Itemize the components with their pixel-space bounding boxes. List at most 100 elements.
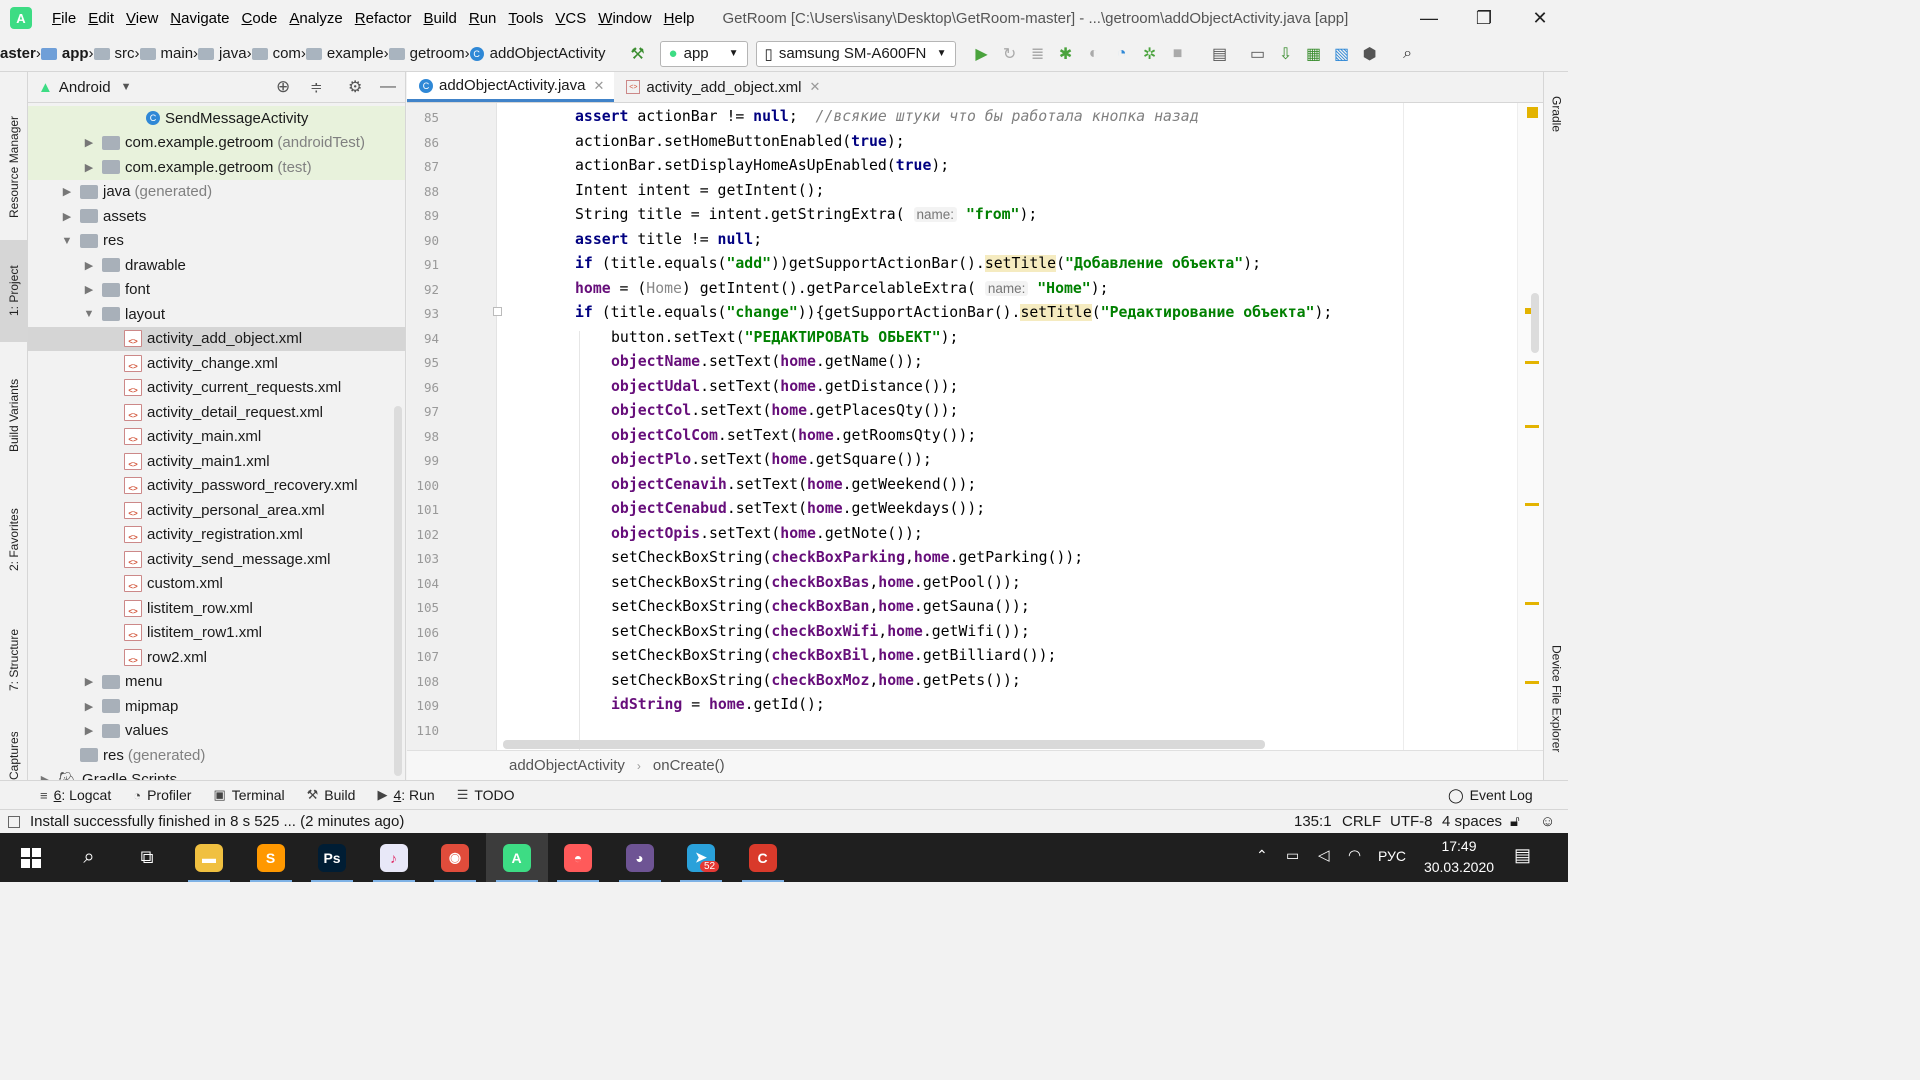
breadcrumb-class[interactable]: addObjectActivity — [509, 757, 625, 774]
tree-item[interactable]: <> activity_password_recovery.xml — [28, 474, 405, 499]
tree-item[interactable]: <> activity_detail_request.xml — [28, 400, 405, 425]
code-editor[interactable]: 85 86 87 88 89 90 91 92 93 94 95 96 97 98 99 100 101 102 1… — [407, 103, 1543, 750]
tool-window-button[interactable]: ☰ TODO — [457, 787, 515, 803]
minimize-button[interactable]: — — [1401, 0, 1457, 36]
coverage-icon[interactable]: ◐ — [1080, 40, 1108, 68]
tab-project[interactable]: 1: Project — [0, 240, 28, 342]
code-line[interactable]: objectUdal.setText(home.getDistance()); — [611, 378, 958, 395]
start-button[interactable] — [0, 833, 62, 882]
status-message[interactable]: Install successfully finished in 8 s 525… — [30, 813, 404, 830]
tree-item[interactable]: ▼ layout — [28, 302, 405, 327]
fold-marker-icon[interactable] — [493, 307, 502, 316]
code-line[interactable]: objectPlo.setText(home.getSquare()); — [611, 451, 932, 468]
code-line[interactable]: assert title != null; — [575, 231, 762, 248]
taskbar-ccleaner[interactable]: C — [732, 833, 794, 882]
tree-scrollbar[interactable] — [394, 406, 402, 776]
sdk-icon[interactable]: ⬢ — [1356, 40, 1384, 68]
tree-item[interactable]: ▶ values — [28, 719, 405, 744]
volume-icon[interactable]: ◁ — [1318, 846, 1330, 864]
tree-item[interactable]: C SendMessageActivity — [28, 106, 405, 131]
tree-item[interactable]: <> activity_main.xml — [28, 425, 405, 450]
tree-item[interactable]: <> activity_current_requests.xml — [28, 376, 405, 401]
close-tab-icon[interactable]: ✕ — [809, 79, 820, 95]
apply-code-changes-icon[interactable]: ≣ — [1024, 40, 1052, 68]
inspection-status-icon[interactable] — [1527, 107, 1538, 118]
code-line[interactable]: objectOpis.setText(home.getNote()); — [611, 525, 923, 542]
code-line[interactable]: String title = intent.getStringExtra( na… — [575, 206, 1037, 223]
taskbar-file-explorer[interactable]: ▬ — [178, 833, 240, 882]
restore-button[interactable]: ❐ — [1456, 0, 1512, 36]
menu-edit[interactable]: Edit — [82, 10, 120, 27]
code-line[interactable]: setCheckBoxString(checkBoxBas,home.getPo… — [611, 574, 1021, 591]
sync-gradle-icon[interactable]: ▤ — [1206, 40, 1234, 68]
tab-resource-manager[interactable]: Resource Manager — [0, 92, 28, 242]
collapsed-arrow-icon[interactable]: ▶ — [82, 259, 96, 272]
project-structure-icon[interactable]: ▧ — [1328, 40, 1356, 68]
code-line[interactable]: objectCol.setText(home.getPlacesQty()); — [611, 402, 958, 419]
taskbar-android-studio[interactable]: A — [485, 833, 548, 882]
code-line[interactable]: button.setText("РЕДАКТИРОВАТЬ ОБЬЕКТ"); — [611, 329, 958, 346]
tree-item[interactable]: <> activity_add_object.xml — [28, 326, 405, 351]
crumb-com[interactable]: com — [251, 45, 301, 62]
menu-file[interactable]: File — [46, 10, 82, 27]
code-line[interactable]: objectName.setText(home.getName()); — [611, 353, 923, 370]
code-line[interactable]: idString = home.getId(); — [611, 696, 825, 713]
menu-view[interactable]: View — [120, 10, 164, 27]
hammer-icon[interactable]: ⚒ — [624, 40, 652, 68]
lock-icon[interactable]: 🔓︎ — [1510, 813, 1520, 830]
code-line[interactable]: setCheckBoxString(checkBoxMoz,home.getPe… — [611, 672, 1021, 689]
collapsed-arrow-icon[interactable]: ▶ — [82, 724, 96, 737]
apply-changes-icon[interactable]: ↻ — [996, 40, 1024, 68]
notifications-icon[interactable]: ▤ — [1514, 845, 1531, 866]
collapsed-arrow-icon[interactable]: ▶ — [38, 773, 52, 780]
collapsed-arrow-icon[interactable]: ▶ — [82, 161, 96, 174]
warning-mark[interactable] — [1525, 425, 1539, 428]
tab-addobjectactivity-java[interactable]: C addObjectActivity.java ✕ — [407, 72, 615, 102]
crumb-main[interactable]: main — [139, 45, 193, 62]
collapsed-arrow-icon[interactable]: ▶ — [60, 210, 74, 223]
taskbar-chrome[interactable]: ◉ — [424, 833, 486, 882]
warning-mark[interactable] — [1525, 503, 1539, 506]
tree-item[interactable]: ▶ mipmap — [28, 694, 405, 719]
code-line[interactable]: if (title.equals("change")){getSupportAc… — [575, 304, 1332, 321]
run-config-select[interactable]: ● app ▼ — [659, 40, 748, 67]
sdk-manager-icon[interactable]: ⇩ — [1272, 40, 1300, 68]
tab-gradle[interactable]: Gradle — [1544, 84, 1569, 144]
tab-favorites[interactable]: 2: Favorites — [0, 490, 28, 590]
device-select[interactable]: ▯ samsung SM-A600FN ▼ — [755, 40, 956, 67]
menu-analyze[interactable]: Analyze — [283, 10, 348, 27]
tab-captures[interactable]: Captures — [0, 732, 28, 780]
tree-item[interactable]: <> listitem_row1.xml — [28, 621, 405, 646]
layout-inspector-icon[interactable]: ▦ — [1300, 40, 1328, 68]
clock-date[interactable]: 30.03.2020 — [1418, 859, 1500, 875]
menu-vcs[interactable]: VCS — [549, 10, 592, 27]
stop-icon[interactable]: ■ — [1164, 40, 1192, 68]
taskbar-github[interactable]: ◕ — [609, 833, 671, 882]
crumb-aster[interactable]: aster — [0, 45, 36, 62]
close-tab-icon[interactable]: ✕ — [593, 78, 604, 94]
taskbar-lgbt-app[interactable]: ◓ — [547, 833, 609, 882]
tree-item[interactable]: <> listitem_row.xml — [28, 596, 405, 621]
tab-structure[interactable]: 7: Structure — [0, 610, 28, 710]
taskbar-sublime-text[interactable]: S — [240, 833, 302, 882]
tool-window-button[interactable]: ⚒ Build — [307, 787, 356, 803]
tree-item[interactable]: ▶ drawable — [28, 253, 405, 278]
tree-item[interactable]: res (generated) — [28, 743, 405, 768]
expanded-arrow-icon[interactable]: ▼ — [82, 308, 96, 320]
code-line[interactable]: if (title.equals("add"))getSupportAction… — [575, 255, 1261, 272]
tree-item[interactable]: <> activity_change.xml — [28, 351, 405, 376]
search-icon[interactable]: ⌕ — [58, 833, 120, 882]
crumb-src[interactable]: src — [93, 45, 135, 62]
code-line[interactable]: setCheckBoxString(checkBoxParking,home.g… — [611, 549, 1083, 566]
menu-help[interactable]: Help — [658, 10, 701, 27]
tree-item[interactable]: ▶ com.example.getroom (test) — [28, 155, 405, 180]
menu-refactor[interactable]: Refactor — [349, 10, 418, 27]
code-line[interactable]: actionBar.setHomeButtonEnabled(true); — [575, 133, 905, 150]
code-line[interactable]: Intent intent = getIntent(); — [575, 182, 824, 199]
tab-activity-add-object-xml[interactable]: <> activity_add_object.xml ✕ — [614, 72, 830, 102]
editor-h-scrollbar[interactable] — [503, 740, 1265, 749]
run-icon[interactable]: ▶ — [968, 40, 996, 68]
code-line[interactable]: objectCenabud.setText(home.getWeekdays()… — [611, 500, 985, 517]
warning-mark[interactable] — [1525, 361, 1539, 364]
crumb-java[interactable]: java — [198, 45, 247, 62]
